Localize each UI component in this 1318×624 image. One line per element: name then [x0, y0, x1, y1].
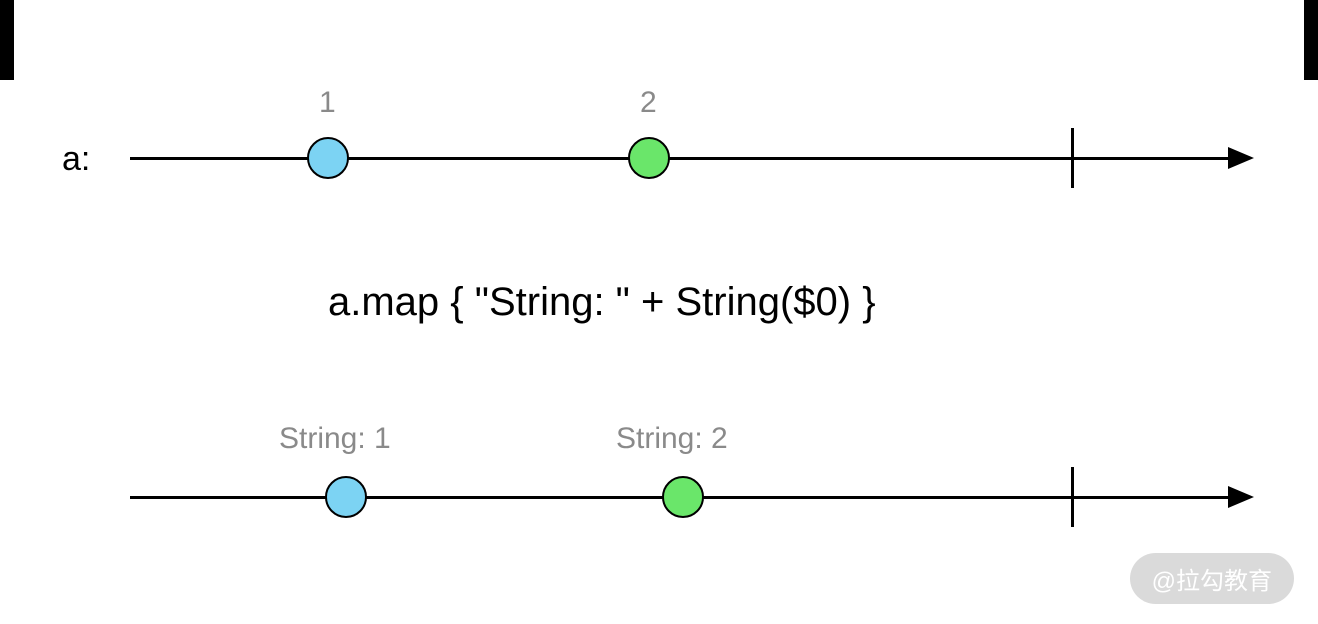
output-arrowhead-icon — [1228, 486, 1254, 508]
input-timeline — [130, 157, 1230, 160]
output-terminator — [1071, 467, 1074, 527]
operator-expression: a.map { "String: " + String($0) } — [328, 280, 876, 325]
watermark-badge: @拉勾教育 — [1130, 553, 1294, 604]
crop-bar-left — [0, 0, 14, 80]
output-marble-2 — [662, 476, 704, 518]
input-marble-label-2: 2 — [640, 86, 657, 120]
input-marble-label-1: 1 — [319, 86, 336, 120]
output-marble-label-2: String: 2 — [616, 422, 728, 456]
input-marble-1 — [307, 137, 349, 179]
stream-label: a: — [62, 140, 90, 179]
crop-bar-right — [1304, 0, 1318, 80]
input-arrowhead-icon — [1228, 147, 1254, 169]
output-marble-1 — [325, 476, 367, 518]
input-marble-2 — [628, 137, 670, 179]
output-marble-label-1: String: 1 — [279, 422, 391, 456]
input-terminator — [1071, 128, 1074, 188]
